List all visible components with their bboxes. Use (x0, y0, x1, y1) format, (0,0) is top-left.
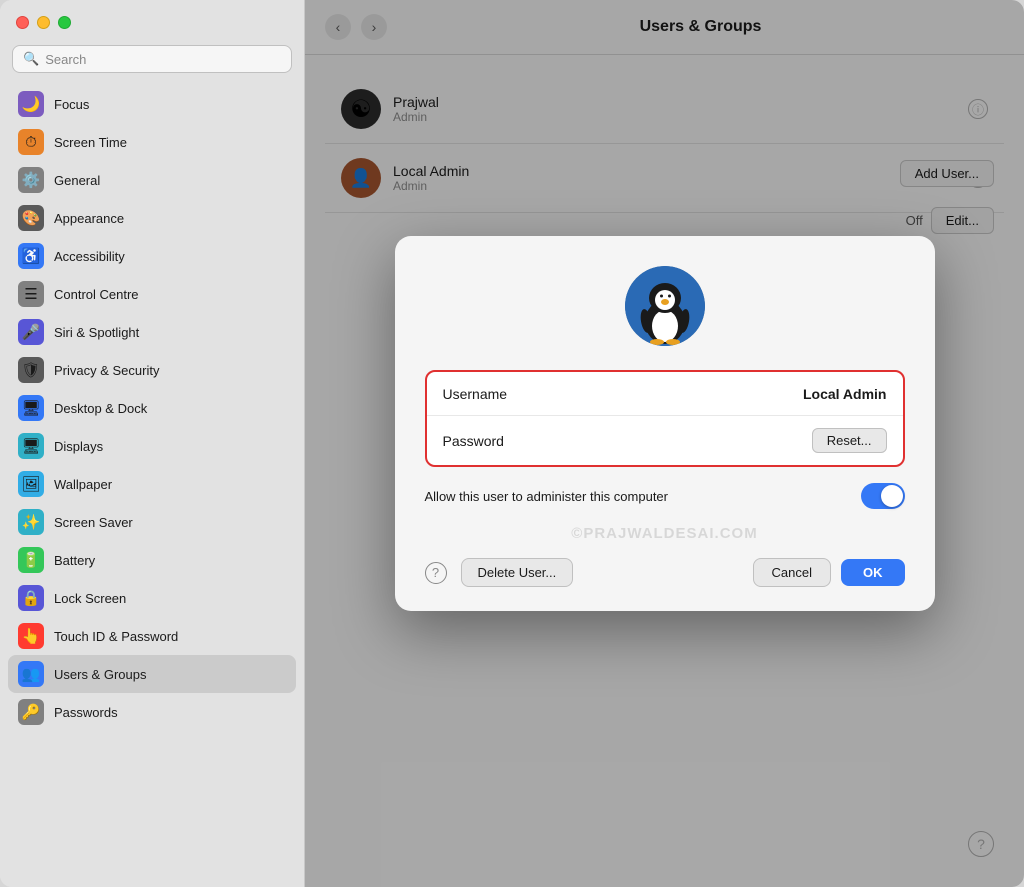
admin-toggle-label: Allow this user to administer this compu… (425, 489, 849, 504)
search-container: 🔍 Search (0, 39, 304, 83)
sidebar-item-label: Users & Groups (54, 667, 146, 682)
sidebar-item-displays[interactable]: 🖥 Displays (8, 427, 296, 465)
admin-toggle-row: Allow this user to administer this compu… (425, 483, 905, 525)
appearance-icon: 🎨 (18, 205, 44, 231)
sidebar-item-battery[interactable]: 🔋 Battery (8, 541, 296, 579)
lock-screen-icon: 🔒 (18, 585, 44, 611)
sidebar-item-label: Passwords (54, 705, 118, 720)
search-icon: 🔍 (23, 51, 39, 67)
penguin-avatar-image (625, 266, 705, 346)
sidebar-item-label: Screen Time (54, 135, 127, 150)
sidebar-item-label: Accessibility (54, 249, 125, 264)
sidebar-item-label: Battery (54, 553, 95, 568)
sidebar-item-screen-time[interactable]: ⏱ Screen Time (8, 123, 296, 161)
sidebar-item-label: Appearance (54, 211, 124, 226)
maximize-button[interactable] (58, 16, 71, 29)
sidebar-item-label: Focus (54, 97, 89, 112)
sidebar-item-desktop[interactable]: 🖥 Desktop & Dock (8, 389, 296, 427)
content-area: ‹ › Users & Groups ☯ Prajwal Admin ⓘ 👤 L… (305, 0, 1024, 887)
sidebar-item-touch-id[interactable]: 👆 Touch ID & Password (8, 617, 296, 655)
users-groups-icon: 👥 (18, 661, 44, 687)
sidebar-item-label: Screen Saver (54, 515, 133, 530)
username-row: Username Local Admin (427, 372, 903, 416)
sidebar: 🔍 Search 🌙 Focus ⏱ Screen Time ⚙️ Genera… (0, 0, 305, 887)
battery-icon: 🔋 (18, 547, 44, 573)
screen-time-icon: ⏱ (18, 129, 44, 155)
modal-help-button[interactable]: ? (425, 562, 447, 584)
sidebar-item-users-groups[interactable]: 👥 Users & Groups (8, 655, 296, 693)
traffic-lights (0, 0, 304, 39)
sidebar-item-label: Lock Screen (54, 591, 126, 606)
sidebar-item-label: Wallpaper (54, 477, 112, 492)
modal-dialog: Username Local Admin Password Reset... A… (395, 236, 935, 611)
sidebar-item-label: Control Centre (54, 287, 139, 302)
sidebar-item-appearance[interactable]: 🎨 Appearance (8, 199, 296, 237)
cancel-button[interactable]: Cancel (753, 558, 831, 587)
siri-icon: 🎤 (18, 319, 44, 345)
sidebar-item-label: General (54, 173, 100, 188)
form-card: Username Local Admin Password Reset... (425, 370, 905, 467)
modal-backdrop: Username Local Admin Password Reset... A… (305, 0, 1024, 887)
passwords-icon: 🔑 (18, 699, 44, 725)
sidebar-item-label: Displays (54, 439, 103, 454)
minimize-button[interactable] (37, 16, 50, 29)
toggle-knob (881, 485, 903, 507)
sidebar-item-label: Siri & Spotlight (54, 325, 139, 340)
sidebar-section: 🌙 Focus ⏱ Screen Time ⚙️ General 🎨 Appea… (0, 83, 304, 733)
sidebar-item-siri[interactable]: 🎤 Siri & Spotlight (8, 313, 296, 351)
sidebar-item-privacy[interactable]: 🛡 Privacy & Security (8, 351, 296, 389)
sidebar-item-label: Desktop & Dock (54, 401, 147, 416)
sidebar-item-general[interactable]: ⚙️ General (8, 161, 296, 199)
modal-buttons: ? Delete User... Cancel OK (425, 558, 905, 587)
password-row: Password Reset... (427, 416, 903, 465)
general-icon: ⚙️ (18, 167, 44, 193)
touch-id-icon: 👆 (18, 623, 44, 649)
desktop-icon: 🖥 (18, 395, 44, 421)
close-button[interactable] (16, 16, 29, 29)
sidebar-item-passwords[interactable]: 🔑 Passwords (8, 693, 296, 731)
ok-button[interactable]: OK (841, 559, 905, 586)
wallpaper-icon: 🖼 (18, 471, 44, 497)
sidebar-item-focus[interactable]: 🌙 Focus (8, 85, 296, 123)
username-value: Local Admin (803, 386, 887, 402)
admin-toggle[interactable] (861, 483, 905, 509)
main-window: 🔍 Search 🌙 Focus ⏱ Screen Time ⚙️ Genera… (0, 0, 1024, 887)
sidebar-item-wallpaper[interactable]: 🖼 Wallpaper (8, 465, 296, 503)
sidebar-item-screen-saver[interactable]: ✨ Screen Saver (8, 503, 296, 541)
sidebar-item-label: Privacy & Security (54, 363, 159, 378)
username-label: Username (443, 386, 804, 402)
sidebar-item-accessibility[interactable]: ♿ Accessibility (8, 237, 296, 275)
password-label: Password (443, 433, 812, 449)
sidebar-item-label: Touch ID & Password (54, 629, 178, 644)
displays-icon: 🖥 (18, 433, 44, 459)
sidebar-item-lock-screen[interactable]: 🔒 Lock Screen (8, 579, 296, 617)
accessibility-icon: ♿ (18, 243, 44, 269)
control-centre-icon: ☰ (18, 281, 44, 307)
privacy-icon: 🛡 (18, 357, 44, 383)
watermark: ©PRAJWALDESAI.COM (425, 525, 905, 542)
sidebar-item-control-centre[interactable]: ☰ Control Centre (8, 275, 296, 313)
focus-icon: 🌙 (18, 91, 44, 117)
modal-avatar-container (425, 266, 905, 346)
search-input[interactable]: Search (45, 52, 86, 67)
reset-password-button[interactable]: Reset... (812, 428, 887, 453)
modal-avatar (625, 266, 705, 346)
delete-user-button[interactable]: Delete User... (461, 558, 574, 587)
search-box[interactable]: 🔍 Search (12, 45, 292, 73)
screen-saver-icon: ✨ (18, 509, 44, 535)
